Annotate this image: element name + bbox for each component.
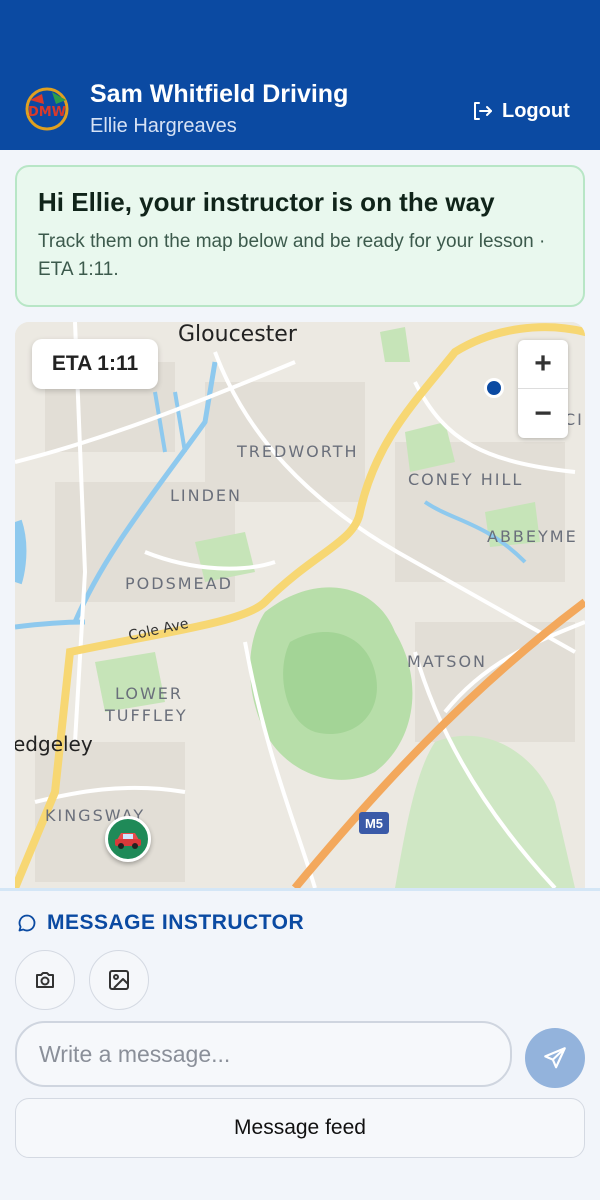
brand-title: Sam Whitfield Driving	[90, 80, 349, 108]
map-label-coney-hill: CONEY HILL	[408, 470, 524, 489]
motorway-shield: M5	[359, 812, 389, 834]
camera-button[interactable]	[15, 950, 75, 1010]
instructor-car-marker[interactable]	[105, 816, 151, 862]
svg-text:DMW: DMW	[28, 105, 66, 120]
map-label-lower: LOWER	[115, 684, 183, 703]
map-label-abbeymead: ABBEYME	[487, 527, 578, 546]
send-icon	[544, 1047, 566, 1069]
student-name: Ellie Hargreaves	[90, 115, 237, 137]
banner-text: Track them on the map below and be ready…	[38, 231, 546, 280]
message-section-title: MESSAGE INSTRUCTOR	[17, 911, 304, 935]
zoom-control: + −	[518, 340, 568, 438]
map-label-quedgeley: edgeley	[15, 732, 93, 756]
message-feed-button[interactable]: Message feed	[15, 1098, 585, 1158]
zoom-in-button[interactable]: +	[518, 340, 568, 389]
map-label-tredworth: TREDWORTH	[237, 442, 359, 461]
location-dot-icon	[484, 378, 504, 398]
gallery-button[interactable]	[89, 950, 149, 1010]
camera-icon	[36, 972, 54, 988]
logout-button[interactable]: Logout	[470, 96, 570, 126]
tracking-map[interactable]: Gloucester TREDWORTH LINDEN CONEY HILL A…	[15, 322, 585, 888]
banner-title: Hi Ellie, your instructor is on the way	[38, 187, 495, 217]
chat-bubble-icon	[18, 914, 36, 932]
logout-icon	[474, 102, 492, 120]
send-button[interactable]	[525, 1028, 585, 1088]
status-banner: Hi Ellie, your instructor is on the way …	[15, 165, 585, 307]
section-divider	[0, 888, 600, 891]
message-input[interactable]	[15, 1021, 512, 1087]
map-base	[15, 322, 585, 888]
school-logo: DMW	[22, 86, 72, 132]
map-label-podsmead: PODSMEAD	[125, 574, 233, 593]
logout-label: Logout	[502, 99, 570, 122]
app-header: DMW Sam Whitfield Driving Ellie Hargreav…	[0, 0, 600, 150]
image-icon	[109, 970, 129, 990]
map-label-matson: MATSON	[407, 652, 487, 671]
zoom-out-button[interactable]: −	[518, 389, 568, 438]
eta-pill: ETA 1:11	[32, 339, 158, 389]
map-label-tuffley: TUFFLEY	[105, 706, 188, 725]
map-label-linden: LINDEN	[170, 486, 242, 505]
car-icon	[115, 833, 141, 849]
map-label-gloucester: Gloucester	[178, 322, 297, 347]
